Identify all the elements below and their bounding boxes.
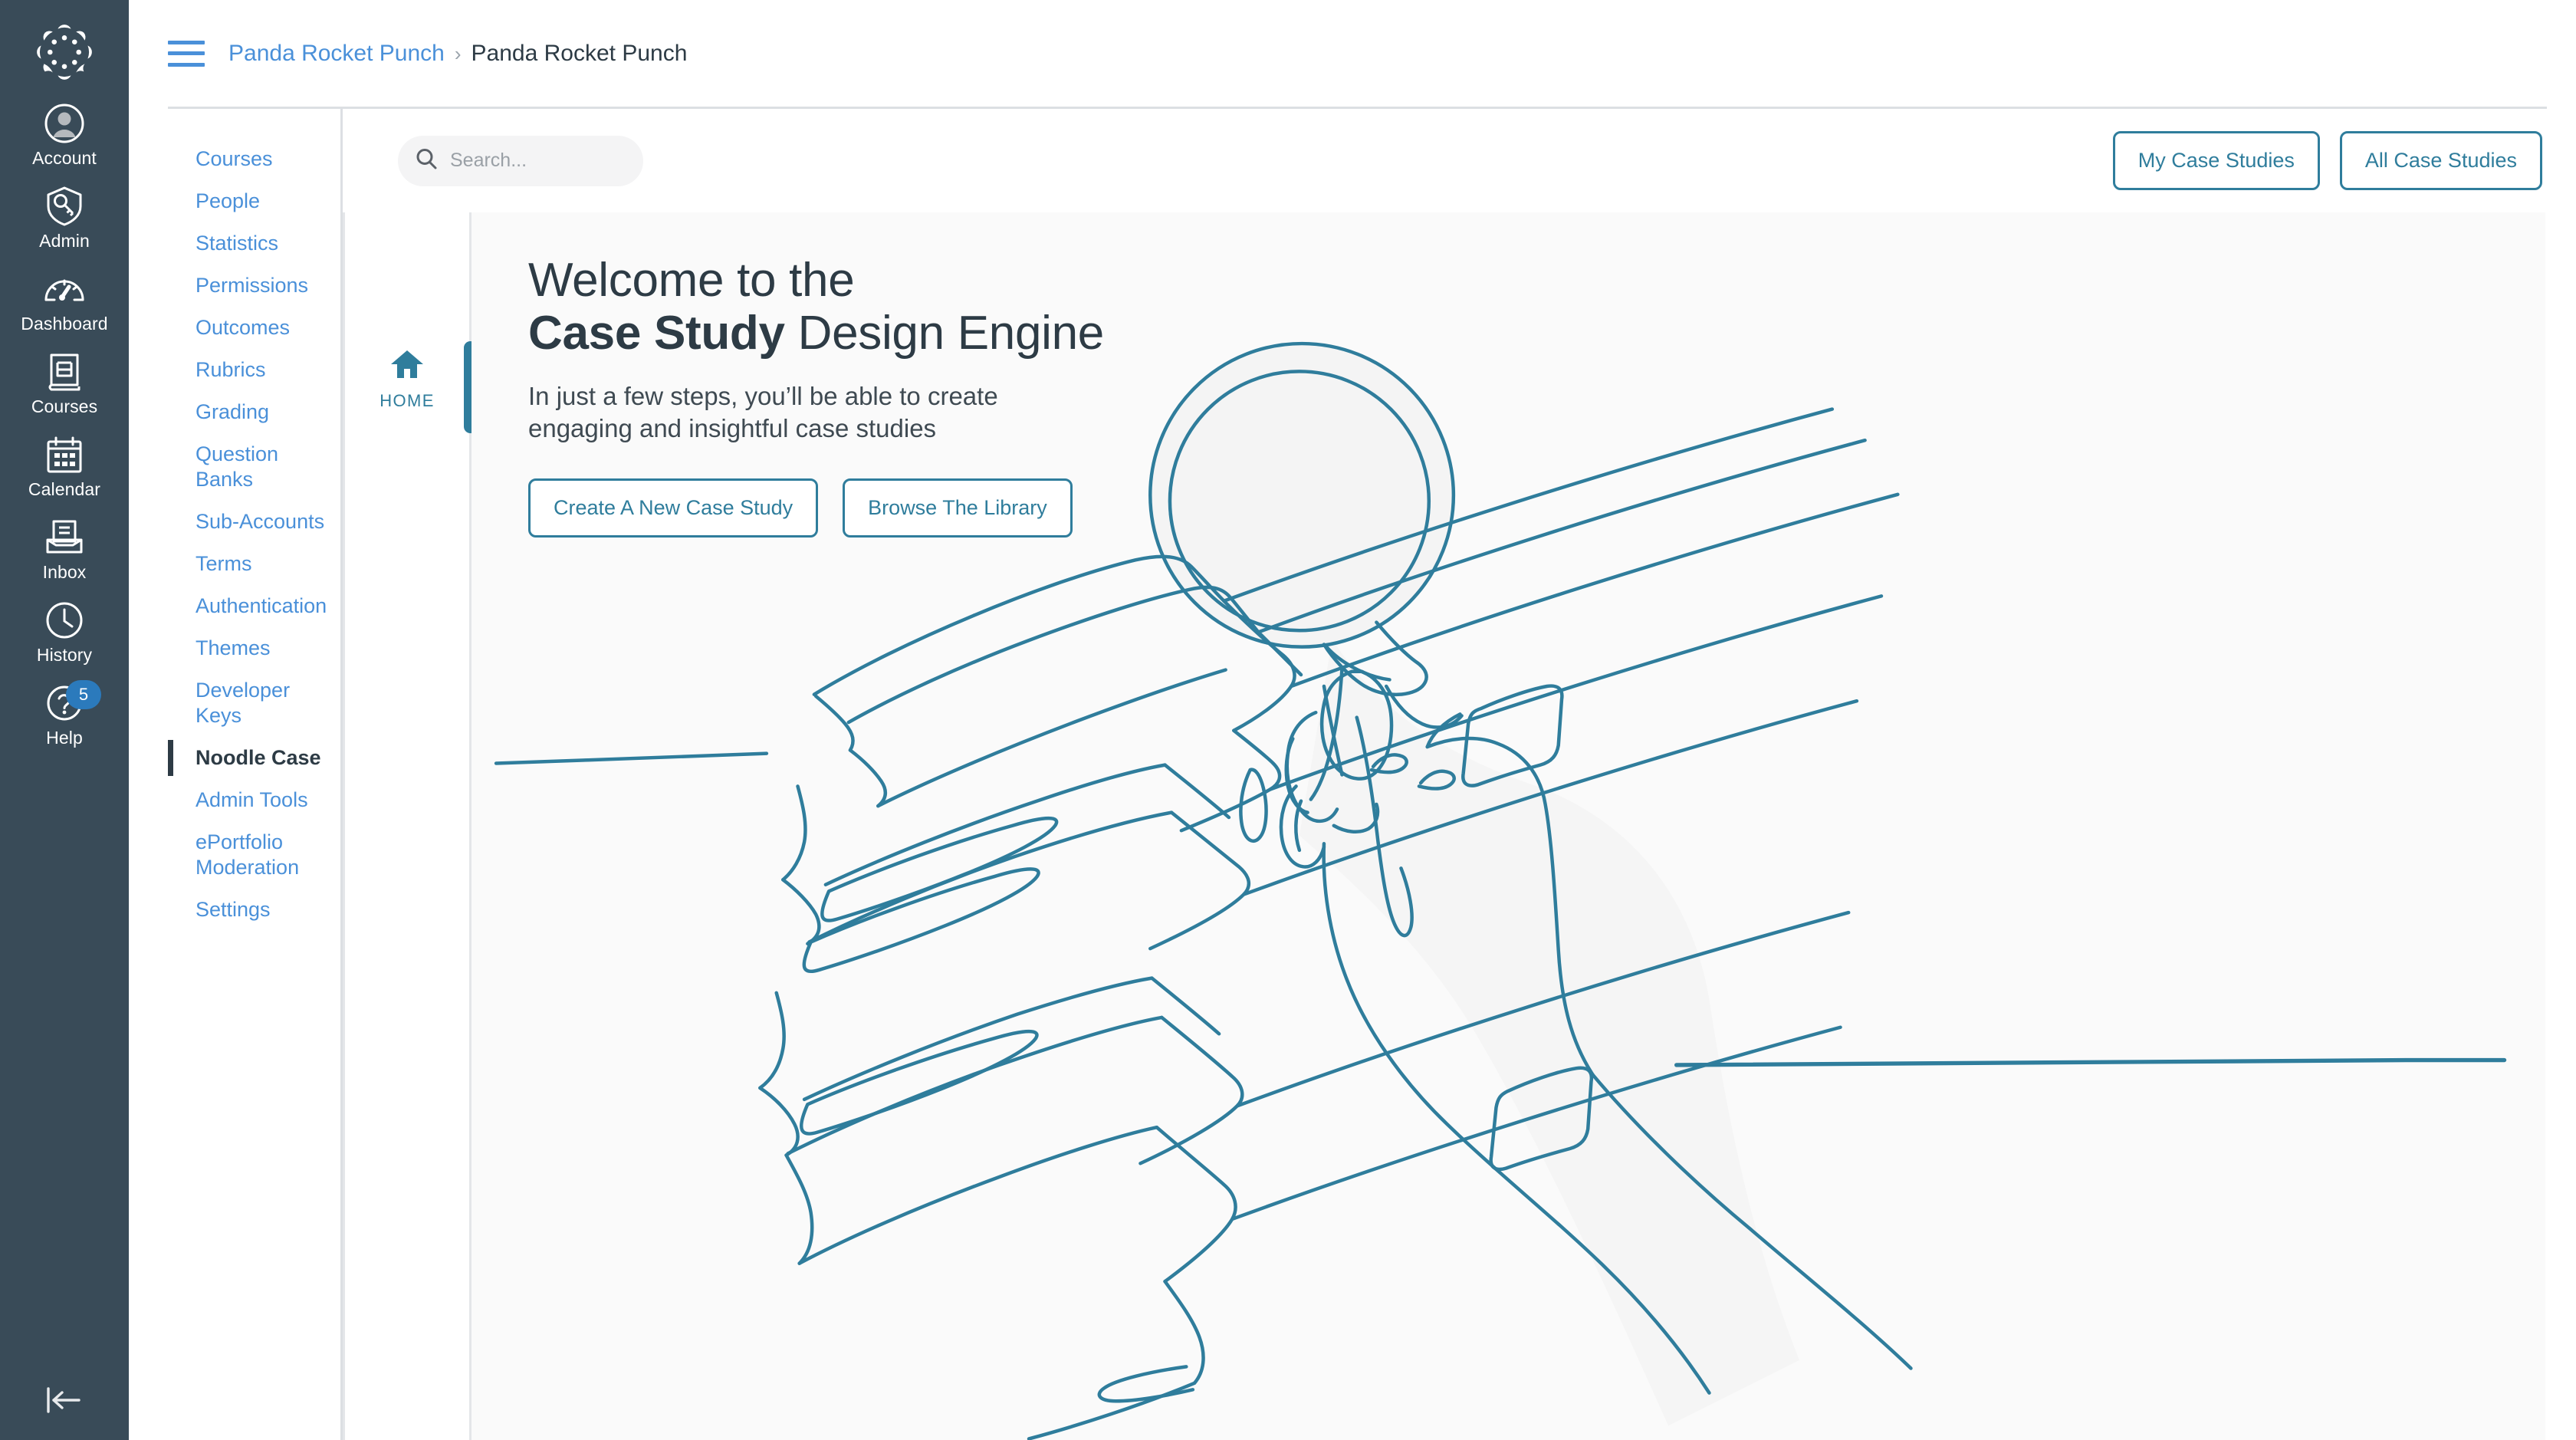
book-icon [46,352,83,392]
gauge-icon [44,269,85,309]
tool-header-actions: My Case Studies All Case Studies [2112,131,2542,190]
inbox-icon [45,518,84,557]
global-nav-item-admin[interactable]: Admin [0,176,129,259]
global-nav-label: Dashboard [21,314,108,334]
sidebar-item-question-banks[interactable]: Question Banks [168,433,340,501]
account-navigation: Courses People Statistics Permissions Ou… [168,109,343,1440]
global-nav-item-help[interactable]: 5 Help [0,673,129,756]
global-nav-label: Courses [31,396,98,416]
clock-icon [45,600,84,640]
sidebar-item-terms[interactable]: Terms [168,543,340,585]
user-avatar-icon [44,104,84,143]
global-nav-item-account[interactable]: Account [0,94,129,176]
page-title: Welcome to the Case Study Design Engine [528,254,1104,360]
global-nav-item-courses[interactable]: Courses [0,342,129,425]
tool-tab-rail: HOME [343,212,477,1440]
hero-content: Welcome to the Case Study Design Engine … [528,254,1104,538]
breadcrumb-item-current: Panda Rocket Punch [471,40,688,66]
global-nav-item-calendar[interactable]: Calendar [0,425,129,508]
browse-library-button[interactable]: Browse The Library [843,478,1073,538]
search-input[interactable] [450,150,611,172]
hero-panel: Welcome to the Case Study Design Engine … [472,212,2545,1440]
sidebar-item-themes[interactable]: Themes [168,627,340,669]
sidebar-item-eportfolio-moderation[interactable]: ePortfolio Moderation [168,821,321,889]
global-nav-label: History [36,645,93,665]
app-root: Account Admin Dashboard Courses Calendar… [0,0,2576,1440]
chevron-right-icon: › [454,41,462,65]
hamburger-line [168,40,205,44]
breadcrumb: Panda Rocket Punch › Panda Rocket Punch [228,41,687,67]
calendar-icon [46,435,83,475]
sidebar-item-courses[interactable]: Courses [168,138,340,180]
page-container: Panda Rocket Punch › Panda Rocket Punch … [129,0,2576,1440]
global-nav-item-inbox[interactable]: Inbox [0,508,129,590]
hero-title-rest: Design Engine [784,307,1105,360]
sidebar-item-permissions[interactable]: Permissions [168,265,340,307]
sidebar-item-sub-accounts[interactable]: Sub-Accounts [168,501,340,543]
hero-subtitle-line1: In just a few steps, you’ll be able to c… [528,381,998,410]
sidebar-item-outcomes[interactable]: Outcomes [168,307,340,349]
shield-key-icon [45,186,84,226]
global-nav-item-history[interactable]: History [0,590,129,673]
collapse-left-icon[interactable] [0,1374,129,1426]
sidebar-item-grading[interactable]: Grading [168,391,340,433]
search-box[interactable] [398,135,643,186]
create-new-case-study-button[interactable]: Create A New Case Study [528,478,819,538]
sidebar-item-authentication[interactable]: Authentication [168,585,340,627]
search-icon [415,147,438,174]
hamburger-menu-icon[interactable] [168,40,205,67]
hamburger-line [168,62,205,67]
breadcrumb-item-account[interactable]: Panda Rocket Punch [228,41,445,67]
case-study-tool: My Case Studies All Case Studies HOM [343,109,2576,1440]
global-navigation: Account Admin Dashboard Courses Calendar… [0,0,129,1440]
sidebar-item-admin-tools[interactable]: Admin Tools [168,779,340,821]
global-nav-items: Account Admin Dashboard Courses Calendar… [0,94,129,756]
page-body: Courses People Statistics Permissions Ou… [129,109,2576,1440]
sidebar-item-developer-keys[interactable]: Developer Keys [168,669,340,737]
global-nav-label: Help [46,728,83,748]
sidebar-item-people[interactable]: People [168,180,340,222]
home-icon [390,349,424,383]
tool-body: HOME Welcome to the Case Study Design En… [343,212,2576,1440]
question-circle-icon: 5 [46,680,101,723]
hero-title-line1: Welcome to the [528,254,855,307]
global-nav-label: Inbox [42,562,87,582]
sidebar-item-statistics[interactable]: Statistics [168,222,340,265]
global-nav-item-dashboard[interactable]: Dashboard [0,259,129,342]
sidebar-item-rubrics[interactable]: Rubrics [168,349,340,391]
all-case-studies-button[interactable]: All Case Studies [2339,131,2542,190]
canvas-logo[interactable] [0,0,129,94]
hamburger-line [168,51,205,55]
hero-subtitle: In just a few steps, you’ll be able to c… [528,380,1104,445]
tool-header: My Case Studies All Case Studies [343,109,2576,212]
global-nav-label: Account [32,148,97,168]
sidebar-item-settings[interactable]: Settings [168,889,340,931]
global-nav-label: Admin [39,231,90,251]
my-case-studies-button[interactable]: My Case Studies [2112,131,2320,190]
help-badge: 5 [66,680,101,709]
hero-actions: Create A New Case Study Browse The Libra… [528,478,1104,538]
tab-home-label: HOME [380,391,435,410]
breadcrumb-bar: Panda Rocket Punch › Panda Rocket Punch [129,0,2576,107]
tab-home[interactable]: HOME [345,349,469,411]
global-nav-label: Calendar [28,479,101,499]
hero-subtitle-line2: engaging and insightful case studies [528,414,937,443]
sidebar-item-noodle-case[interactable]: Noodle Case [168,737,340,779]
hero-title-bold: Case Study [528,307,785,360]
